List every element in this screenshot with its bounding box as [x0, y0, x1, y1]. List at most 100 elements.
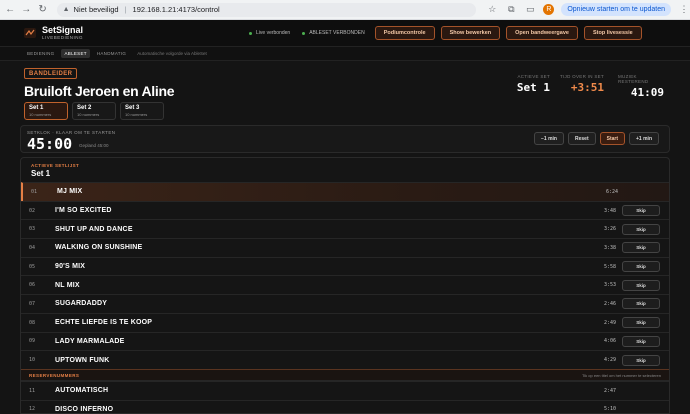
song-title[interactable]: SUGARDADDY [55, 300, 107, 307]
song-duration: 2:46 [604, 300, 617, 307]
app-logo: SetSignal LIVEBEDIENING [24, 26, 83, 40]
open-band-view-button[interactable]: Open bandweergave [506, 26, 578, 40]
skip-button[interactable]: Skip [622, 317, 660, 329]
security-label[interactable]: Niet beveiligd [74, 5, 119, 14]
set-tabs: Set 1 10 nummers Set 2 10 nummers Set 3 … [24, 102, 164, 120]
address-bar[interactable]: ▲ Niet beveiligd | 192.168.1.21:4173/con… [56, 2, 477, 17]
skip-button[interactable]: Skip [622, 279, 660, 291]
song-duration: 3:38 [604, 244, 617, 251]
stage-control-button[interactable]: Podiumcontrole [374, 26, 435, 40]
tab-set-2[interactable]: Set 2 10 nummers [72, 102, 116, 120]
song-number: 08 [29, 319, 36, 326]
restart-update-button[interactable]: Opnieuw starten om te updaten [561, 3, 672, 16]
song-title[interactable]: LADY MARMALADE [55, 338, 125, 345]
app-title: SetSignal [42, 25, 84, 35]
skip-button[interactable]: Skip [622, 298, 660, 310]
song-row[interactable]: 09 LADY MARMALADE 4:06 Skip [21, 331, 669, 351]
song-title[interactable]: DISCO INFERNO [55, 406, 113, 413]
stat-value: Set 1 [516, 81, 550, 94]
skip-button[interactable]: Skip [622, 261, 660, 273]
song-row[interactable]: 08 ECHTE LIEFDE IS TE KOOP 2:49 Skip [21, 312, 669, 332]
start-button[interactable]: Start [599, 132, 626, 145]
logo-icon [24, 28, 36, 38]
song-number: 06 [29, 282, 36, 289]
profile-avatar[interactable]: R [543, 4, 555, 15]
mode-nav: BEDIENING ABLESET HANDMATIG Automatische… [0, 47, 690, 61]
set-clock-panel: SETKLOK · KLAAR OM TE STARTEN 45:00 Gepl… [20, 125, 670, 153]
skip-button[interactable]: Skip [622, 242, 660, 254]
song-number: 07 [29, 300, 36, 307]
song-row[interactable]: 05 90'S MIX 5:58 Skip [21, 256, 669, 276]
ableset-status: ABLESET VERBONDEN [302, 30, 365, 36]
sidepanel-icon[interactable]: ▭ [524, 4, 536, 16]
edit-show-button[interactable]: Show bewerken [440, 26, 501, 40]
tab-set-3[interactable]: Set 3 10 nummers [120, 102, 164, 120]
song-duration: 4:06 [604, 338, 617, 345]
browser-toolbar: ← → ↻ ▲ Niet beveiligd | 192.168.1.21:41… [0, 0, 690, 20]
song-number: 10 [29, 357, 36, 364]
setlist-rows: 01 MJ MIX 6:24 02 I'M SO EXCITED 3:48 Skip 03 SH… [21, 182, 669, 413]
set-tab-title: Set 1 [29, 105, 44, 111]
song-number: 11 [29, 387, 36, 394]
reload-icon[interactable]: ↻ [36, 3, 48, 17]
song-row[interactable]: 10 UPTOWN FUNK 4:29 Skip [21, 350, 669, 369]
set-clock-time: 45:00 [27, 135, 73, 153]
tab-ableset[interactable]: ABLESET [61, 49, 90, 58]
stat-label: MUZIEK RESTEREND [618, 74, 649, 84]
page-title: Bruiloft Jeroen en Aline [24, 83, 175, 99]
skip-button[interactable]: Skip [622, 205, 660, 217]
minus-minute-button[interactable]: −1 min [534, 132, 564, 145]
plus-minute-button[interactable]: +1 min [629, 132, 659, 145]
forward-icon[interactable]: → [20, 3, 32, 17]
song-title[interactable]: MJ MIX [57, 188, 82, 195]
song-title[interactable]: I'M SO EXCITED [55, 207, 112, 214]
song-title[interactable]: AUTOMATISCH [55, 387, 108, 394]
setlist-label: ACTIEVE SETLIJST [31, 163, 80, 168]
reserve-hint: Tik op een titel om het nummer te select… [582, 372, 661, 378]
song-duration: 3:26 [604, 226, 617, 233]
warning-icon: ▲ [62, 6, 70, 13]
tab-bediening[interactable]: BEDIENING [24, 49, 57, 58]
song-row[interactable]: 04 WALKING ON SUNSHINE 3:38 Skip [21, 238, 669, 257]
song-row[interactable]: 03 SHUT UP AND DANCE 3:26 Skip [21, 219, 669, 238]
song-duration: 5:10 [604, 406, 617, 413]
song-duration: 2:49 [604, 319, 617, 326]
back-icon[interactable]: ← [4, 3, 16, 17]
reserve-song-row[interactable]: 12 DISCO INFERNO 5:10 [21, 399, 669, 413]
stat-value: +3:51 [570, 81, 604, 94]
skip-button[interactable]: Skip [622, 335, 660, 347]
stop-live-session-button[interactable]: Stop livesessie [583, 26, 642, 40]
song-title[interactable]: 90'S MIX [55, 263, 85, 270]
song-number: 03 [29, 226, 36, 233]
tab-set-1[interactable]: Set 1 10 nummers [24, 102, 68, 120]
song-row[interactable]: 07 SUGARDADDY 2:46 Skip [21, 294, 669, 313]
current-song-row[interactable]: 01 MJ MIX 6:24 [21, 182, 669, 201]
song-duration: 6:24 [606, 188, 619, 195]
url-text[interactable]: 192.168.1.21:4173/control [133, 5, 220, 14]
song-title[interactable]: WALKING ON SUNSHINE [55, 244, 142, 251]
song-row[interactable]: 02 I'M SO EXCITED 3:48 Skip [21, 200, 669, 220]
reset-button[interactable]: Reset [567, 132, 596, 145]
live-status-text: Live verbonden [256, 30, 291, 36]
role-badge: BANDLEIDER [24, 68, 78, 79]
menu-icon[interactable]: ⋮ [678, 4, 690, 16]
star-icon[interactable]: ☆ [486, 4, 498, 16]
setlist-title: Set 1 [31, 169, 51, 178]
song-title[interactable]: NL MIX [55, 282, 80, 289]
app-header: SetSignal LIVEBEDIENING Live verbonden A… [0, 20, 690, 47]
reserve-label: RESERVENUMMERS [29, 372, 80, 378]
set-clock-planned: Gepland 45:00 [79, 143, 109, 148]
extensions-icon[interactable]: ⧉ [505, 4, 517, 16]
song-number: 05 [29, 263, 36, 270]
skip-button[interactable]: Skip [622, 223, 660, 235]
song-title[interactable]: UPTOWN FUNK [55, 357, 110, 364]
address-separator: | [124, 5, 127, 14]
song-row[interactable]: 06 NL MIX 3:53 Skip [21, 275, 669, 294]
skip-button[interactable]: Skip [622, 354, 660, 366]
song-title[interactable]: SHUT UP AND DANCE [55, 226, 133, 233]
song-duration: 3:48 [604, 207, 617, 214]
reserve-song-row[interactable]: 11 AUTOMATISCH 2:47 [21, 380, 669, 400]
song-title[interactable]: ECHTE LIEFDE IS TE KOOP [55, 319, 152, 326]
set-tab-title: Set 2 [77, 105, 92, 111]
tab-handmatig[interactable]: HANDMATIG [94, 49, 129, 58]
